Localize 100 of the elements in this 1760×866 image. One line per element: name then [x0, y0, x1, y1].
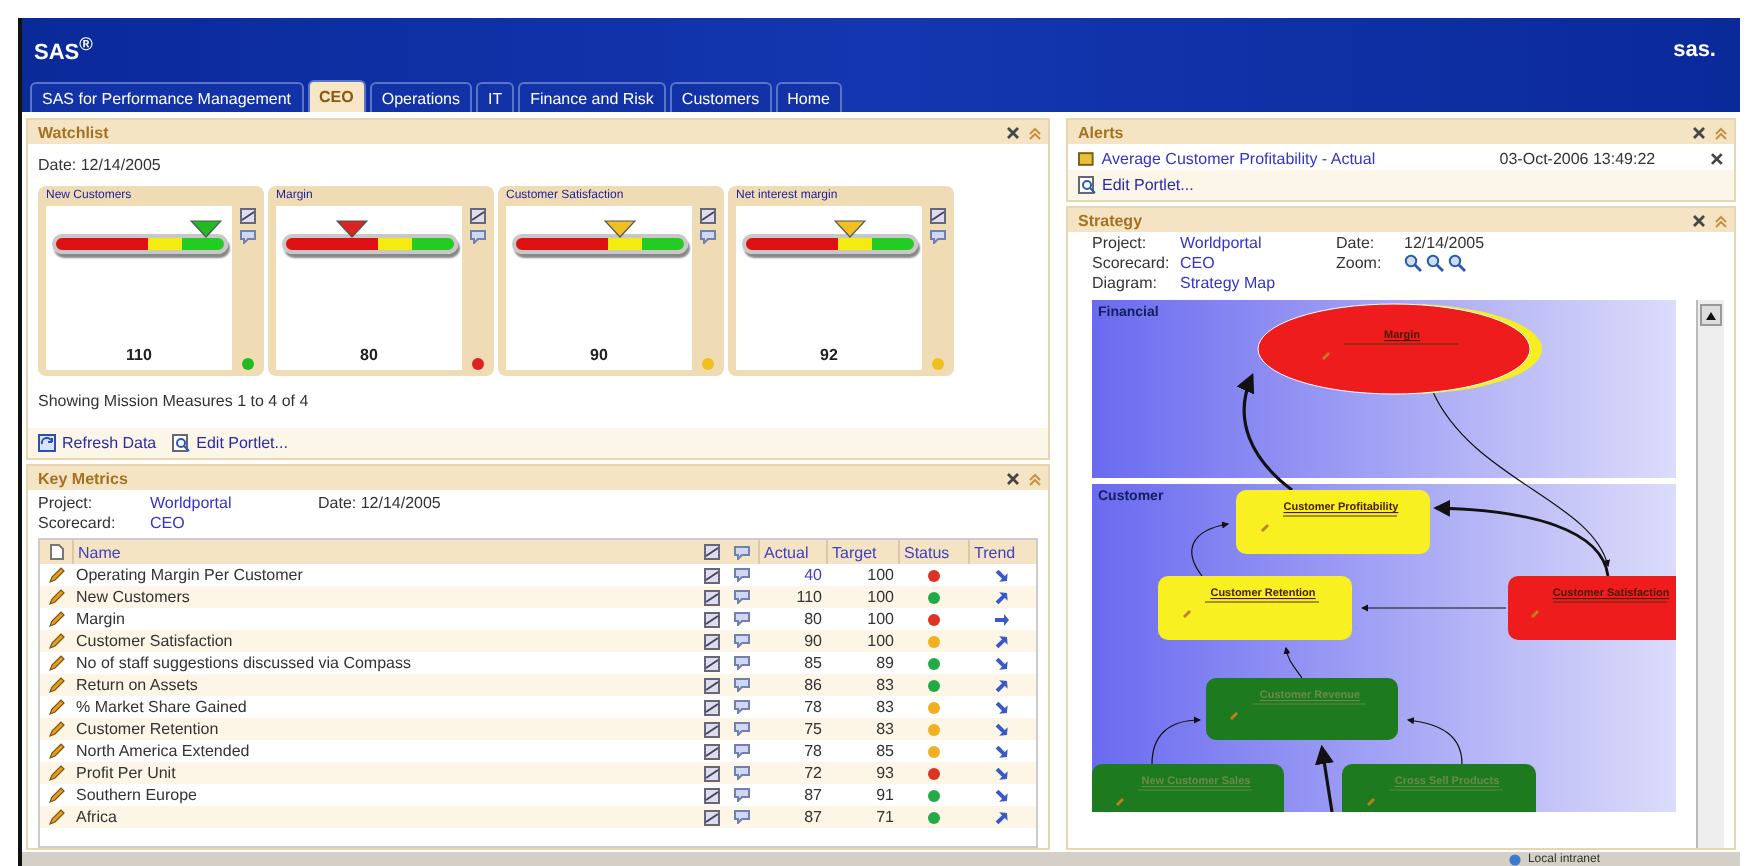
- chart-icon[interactable]: [704, 589, 720, 605]
- chart-icon[interactable]: [704, 787, 720, 803]
- scorecard-link[interactable]: CEO: [150, 514, 185, 532]
- table-cell-text: 89: [874, 652, 896, 674]
- chart-icon[interactable]: [704, 699, 720, 715]
- table-cell-text: % Market Share Gained: [74, 696, 249, 718]
- connector-arrow: [1151, 716, 1202, 765]
- table-cell-text: 100: [865, 630, 896, 652]
- scroll-up-icon[interactable]: [1706, 311, 1716, 319]
- alert-icon: [1078, 152, 1094, 166]
- table-cell-text: 87: [802, 784, 824, 806]
- nav-tab[interactable]: Home: [775, 82, 842, 112]
- table-cell-text: Operating Margin Per Customer: [74, 564, 305, 586]
- table-cell-text: 78: [802, 740, 824, 762]
- table-cell-text: 86: [802, 674, 824, 696]
- chart-icon[interactable]: [699, 208, 715, 224]
- chart-icon[interactable]: [704, 721, 720, 737]
- action-link[interactable]: Refresh Data: [38, 434, 157, 452]
- chart-icon[interactable]: [704, 809, 720, 825]
- connector-arrow: [1191, 521, 1230, 577]
- close-icon[interactable]: [1692, 125, 1706, 139]
- table-cell-text: 100: [865, 608, 896, 630]
- chart-icon[interactable]: [239, 208, 255, 224]
- project-link[interactable]: Worldportal: [1180, 234, 1336, 252]
- nav-tab[interactable]: IT: [476, 82, 515, 112]
- table-cell-text: 78: [802, 696, 824, 718]
- connector-arrow: [1237, 373, 1293, 492]
- chart-icon[interactable]: [704, 544, 720, 560]
- scrollbar[interactable]: [1696, 300, 1724, 848]
- table-cell-text: Africa: [74, 806, 119, 828]
- nav-tab[interactable]: Operations: [369, 82, 472, 112]
- table-cell-text: North America Extended: [74, 740, 252, 762]
- gauge-value: 80: [360, 346, 378, 364]
- table-cell-text: Profit Per Unit: [74, 762, 178, 784]
- chart-icon[interactable]: [704, 655, 720, 671]
- table-cell-text: 91: [874, 784, 896, 806]
- nav-tab[interactable]: SAS for Performance Management: [30, 82, 304, 112]
- action-link[interactable]: Edit Portlet...: [1078, 176, 1194, 194]
- chart-icon[interactable]: [704, 567, 720, 583]
- gauge-value: 110: [126, 346, 152, 364]
- diagram-link[interactable]: Strategy Map: [1180, 274, 1336, 292]
- panel-title: Strategy: [1078, 211, 1143, 229]
- chart-icon[interactable]: [704, 633, 720, 649]
- table-cell-text: 85: [874, 740, 896, 762]
- table-cell-text: Southern Europe: [74, 784, 199, 806]
- chart-icon[interactable]: [704, 743, 720, 759]
- chart-icon[interactable]: [929, 208, 945, 224]
- field-label: Project:: [1092, 234, 1149, 252]
- table-cell-text: 100: [865, 564, 896, 586]
- table-cell-text: Return on Assets: [74, 674, 200, 696]
- table-cell-text: 40: [802, 564, 824, 586]
- close-icon[interactable]: [1710, 152, 1724, 166]
- table-cell-text: Customer Retention: [74, 718, 221, 740]
- action-link[interactable]: Edit Portlet...: [172, 434, 288, 452]
- gauge-value: 92: [820, 346, 838, 364]
- field-label: Date:: [1336, 234, 1377, 252]
- connector-arrow: [1406, 717, 1463, 765]
- close-icon[interactable]: [1006, 125, 1020, 139]
- gauge-value: 90: [590, 346, 608, 364]
- table-cell-text: 83: [874, 718, 896, 740]
- table-cell-text: 80: [802, 608, 824, 630]
- close-icon[interactable]: [1692, 213, 1706, 227]
- field-label: Project:: [38, 494, 95, 512]
- table-cell-text: New Customers: [74, 586, 192, 608]
- chart-icon[interactable]: [704, 611, 720, 627]
- field-label: Zoom:: [1336, 254, 1384, 272]
- table-cell-text: Customer Satisfaction: [74, 630, 235, 652]
- table-cell-text: 83: [874, 696, 896, 718]
- comment-icon[interactable]: [699, 230, 715, 244]
- table-cell-text: 87: [802, 806, 824, 828]
- nav-tab[interactable]: Finance and Risk: [518, 82, 666, 112]
- summary-text: Showing Mission Measures 1 to 4 of 4: [38, 392, 309, 410]
- nav-tab[interactable]: CEO: [307, 80, 366, 112]
- brand-logo: sas.: [1673, 37, 1716, 61]
- table-cell-text: 110: [794, 586, 824, 608]
- field-label: Diagram:: [1092, 274, 1159, 292]
- comment-icon[interactable]: [239, 230, 255, 244]
- connector-arrow: [1283, 646, 1303, 679]
- chart-icon[interactable]: [704, 765, 720, 781]
- connector-arrow: [1315, 744, 1334, 812]
- comment-icon[interactable]: [929, 230, 945, 244]
- panel-title: Watchlist: [38, 123, 109, 141]
- date-text: Date: 12/14/2005: [318, 494, 441, 512]
- document-icon: [49, 544, 63, 560]
- project-link[interactable]: Worldportal: [150, 494, 310, 512]
- scorecard-link[interactable]: CEO: [1180, 254, 1336, 272]
- table-cell-text: 100: [865, 586, 896, 608]
- panel-title: Key Metrics: [38, 469, 128, 487]
- app-logo: SAS$^{®}$: [34, 33, 93, 65]
- comment-icon[interactable]: [469, 230, 485, 244]
- table-cell-text: No of staff suggestions discussed via Compass: [74, 652, 413, 674]
- close-icon[interactable]: [1006, 471, 1020, 485]
- chart-icon[interactable]: [469, 208, 485, 224]
- table-cell-text: 85: [802, 652, 824, 674]
- alert-link[interactable]: Average Customer Profitability - Actual: [1101, 150, 1492, 168]
- magnifier-icon: [1078, 176, 1096, 194]
- magnifier-icon: [172, 434, 191, 452]
- table-cell-text: Margin: [74, 608, 127, 630]
- nav-tab[interactable]: Customers: [669, 82, 772, 112]
- chart-icon[interactable]: [704, 677, 720, 693]
